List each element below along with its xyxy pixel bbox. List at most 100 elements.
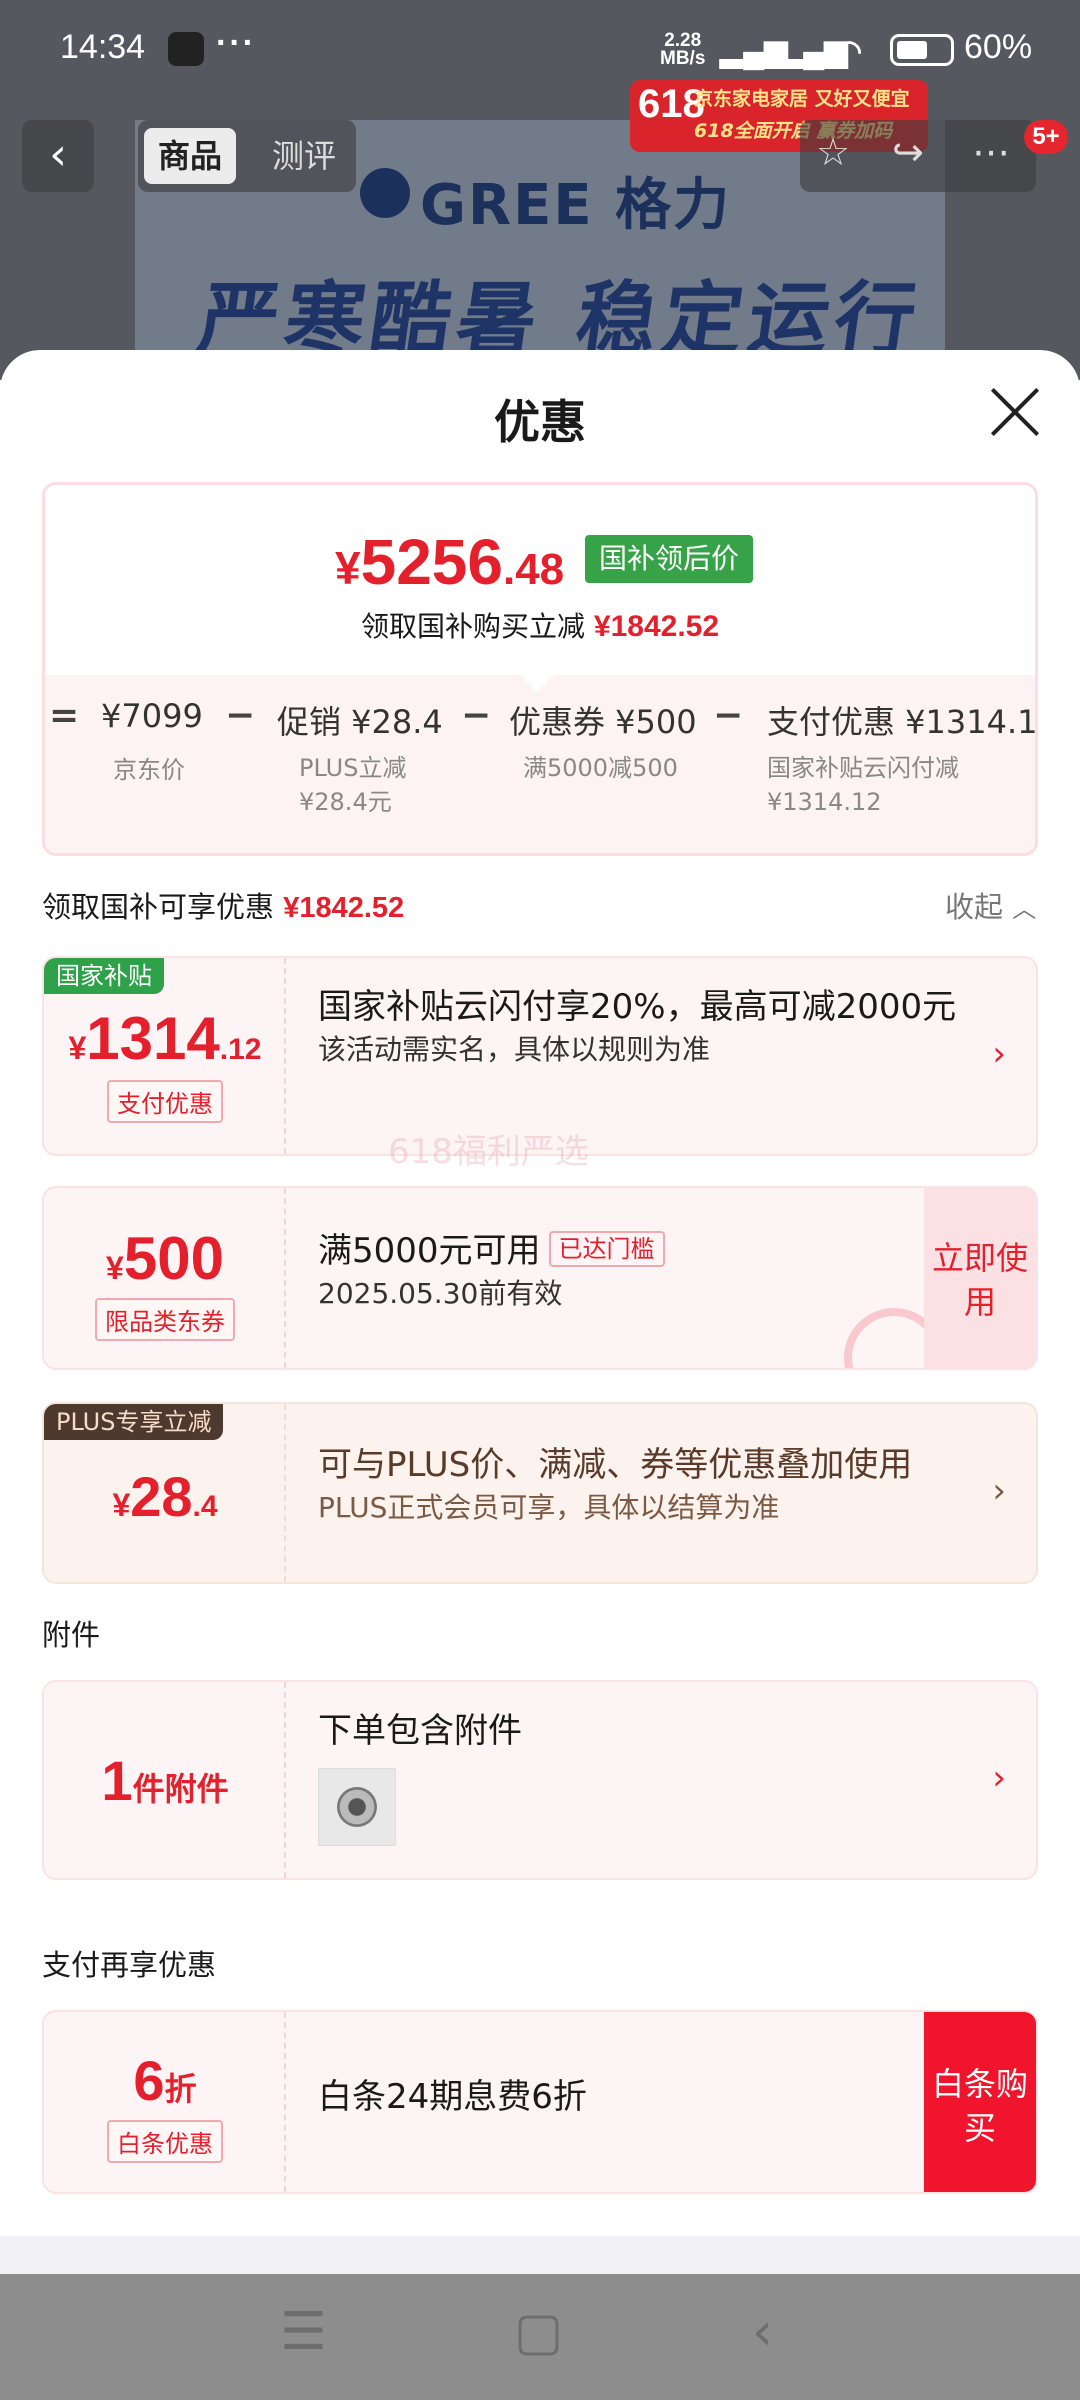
tag-text: 限品类东券 (95, 1298, 235, 1341)
use-now-button[interactable]: 立即使用 (924, 1188, 1036, 1368)
watermark: 618福利严选 (388, 1132, 589, 1172)
amount-dec: .12 (219, 1033, 262, 1066)
home-icon[interactable]: ▢ (514, 2302, 563, 2362)
more-notifications-icon: ··· (216, 24, 256, 62)
tag-text: 支付优惠 (107, 1080, 223, 1123)
calc-value: 促销 ¥28.4 (277, 703, 443, 741)
calc-jd-price: ¥7099 京东价 (101, 697, 203, 787)
coupon-expiry: 2025.05.30前有效 (318, 1277, 563, 1310)
card-coupon[interactable]: ¥500 限品类东券 满5000元可用 已达门槛 2025.05.30前有效 立即… (42, 1186, 1038, 1370)
price-decimal: .48 (502, 545, 565, 594)
corner-tag-subsidy: 国家补贴 (44, 958, 164, 994)
sheet-bottom-strip (0, 2236, 1080, 2276)
promo-line1: 京东家电家居 又好又便宜 (694, 88, 910, 110)
section-pay-label: 支付再享优惠 (42, 1948, 217, 1982)
app-notification-icon (168, 32, 204, 66)
final-price: ¥5256.48 (335, 525, 564, 599)
calc-desc: 满5000减500 (523, 754, 678, 782)
calc-value: 支付优惠 ¥1314.12 (767, 703, 1038, 741)
calc-value: 优惠券 ¥500 (509, 703, 697, 741)
amount-int: 28 (130, 1465, 193, 1528)
tab-review[interactable]: 测评 (258, 128, 350, 184)
coupon-amount: ¥500 (44, 1224, 286, 1293)
product-tabs: 商品 测评 (138, 120, 356, 192)
discount-sheet: 优惠 ¥5256.48 国补领后价 领取国补购买立减 ¥1842.52 = ¥7… (0, 350, 1080, 2264)
share-icon[interactable]: ↪ (892, 130, 924, 174)
threshold-reached-tag: 已达门槛 (548, 1231, 665, 1267)
battery-percent: 60% (964, 28, 1033, 66)
card-title: 下单包含附件 (318, 1711, 522, 1751)
system-navbar: ☰ ▢ ‹ (0, 2274, 1080, 2400)
back-nav-icon[interactable]: ‹ (752, 2302, 773, 2362)
card-right: 国家补贴云闪付享20%，最高可减2000元 该活动需实名，具体以规则为准 (318, 984, 976, 1070)
more-icon[interactable]: ⋯ (972, 130, 1010, 174)
price-summary: ¥5256.48 国补领后价 领取国补购买立减 ¥1842.52 = ¥7099… (42, 482, 1038, 856)
product-top-nav: ‹ 商品 测评 618 京东家电家居 又好又便宜 618全面开启 赢券加码 ☆ … (0, 80, 1080, 200)
card-accessory[interactable]: 1件附件 下单包含附件 › (42, 1680, 1038, 1880)
baitiao-buy-button[interactable]: 白条购买 (924, 2012, 1036, 2192)
subsidy-price-tag: 国补领后价 (585, 535, 754, 583)
amount-int: 500 (123, 1225, 224, 1292)
card-left: 1件附件 (44, 1682, 286, 1878)
corner-tag-plus: PLUS专享立减 (44, 1404, 224, 1440)
network-speed: 2.28 MB/s (660, 30, 706, 69)
wifi-icon: ◠ (836, 35, 863, 68)
calc-operator: = (49, 695, 80, 736)
favorite-icon[interactable]: ☆ (816, 130, 850, 174)
card-title: 国家补贴云闪付享20%，最高可减2000元 (318, 987, 957, 1027)
card-subtitle: 该活动需实名，具体以规则为准 (318, 1033, 711, 1066)
tag-text: 白条优惠 (107, 2120, 223, 2163)
card-right: 下单包含附件 (318, 1708, 976, 1850)
price-integer: 5256 (360, 526, 503, 598)
accessory-count-number: 1 (101, 1749, 133, 1812)
calc-operator: − (713, 695, 744, 736)
calc-desc: PLUS立减 ¥28.4元 (299, 754, 407, 816)
discount-number: 6 (133, 2049, 165, 2112)
card-right: 白条24期息费6折 (318, 2074, 906, 2120)
tab-product[interactable]: 商品 (144, 128, 237, 184)
amount-currency: ¥ (112, 1487, 131, 1523)
chevron-right-icon: › (992, 1034, 1006, 1074)
save-line: 领取国补购买立减 ¥1842.52 (45, 605, 1035, 645)
amount-currency: ¥ (68, 1030, 87, 1066)
calc-operator: − (225, 695, 256, 736)
card-subtitle: PLUS正式会员可享，具体以结算为准 (318, 1491, 780, 1524)
card-right: 满5000元可用 已达门槛 2025.05.30前有效 (318, 1228, 906, 1314)
calc-operator: − (461, 695, 492, 736)
save-label: 领取国补购买立减 (360, 610, 585, 643)
payment-discount-tag: 支付优惠 (44, 1080, 286, 1123)
back-button[interactable]: ‹ (22, 120, 94, 192)
calc-payment: 支付优惠 ¥1314.12 国家补贴云闪付减 ¥1314.12 (767, 697, 1038, 819)
save-amount: ¥1842.52 (593, 610, 720, 643)
section-accessory-label: 附件 (42, 1618, 101, 1652)
collapse-label: 收起 (945, 890, 1004, 924)
status-time: 14:34 (60, 28, 146, 66)
close-button[interactable] (980, 378, 1050, 448)
card-left: 6折 白条优惠 (44, 2012, 286, 2192)
calc-value: ¥7099 (101, 697, 203, 735)
collapse-button[interactable]: 收起 ︿ (945, 884, 1036, 926)
plus-amount: ¥28.4 (44, 1464, 286, 1529)
section-national-subsidy: 领取国补可享优惠 ¥1842.52 (42, 884, 404, 926)
card-left: 国家补贴 ¥1314.12 支付优惠 (44, 958, 286, 1154)
card-baitiao[interactable]: 6折 白条优惠 白条24期息费6折 白条购买 (42, 2010, 1038, 2194)
accessory-count-unit: 件附件 (132, 1770, 229, 1808)
calc-promotion: 促销 ¥28.4 PLUS立减 ¥28.4元 (277, 697, 443, 819)
amount-currency: ¥ (106, 1250, 124, 1286)
amount-int: 1314 (86, 1005, 220, 1072)
chevron-right-icon: › (992, 1471, 1006, 1511)
card-plus[interactable]: PLUS专享立减 ¥28.4 可与PLUS价、满减、券等优惠叠加使用 PLUS正… (42, 1402, 1038, 1584)
card-left: PLUS专享立减 ¥28.4 (44, 1404, 286, 1582)
subsidy-amount: ¥1314.12 (44, 1004, 286, 1073)
coupon-category-tag: 限品类东券 (44, 1298, 286, 1341)
signal-icon: ▂▄▆ (720, 35, 788, 68)
discount-unit: 折 (164, 2070, 197, 2108)
sheet-title: 优惠 (494, 395, 586, 449)
calc-coupon: 优惠券 ¥500 满5000减500 (509, 697, 697, 785)
battery-icon (890, 34, 954, 66)
menu-icon[interactable]: ☰ (280, 2302, 327, 2362)
baitiao-tag: 白条优惠 (44, 2120, 286, 2163)
card-right: 可与PLUS价、满减、券等优惠叠加使用 PLUS正式会员可享，具体以结算为准 (318, 1442, 976, 1528)
card-title: 可与PLUS价、满减、券等优惠叠加使用 (318, 1445, 913, 1485)
section-label: 领取国补可享优惠 (42, 890, 275, 924)
